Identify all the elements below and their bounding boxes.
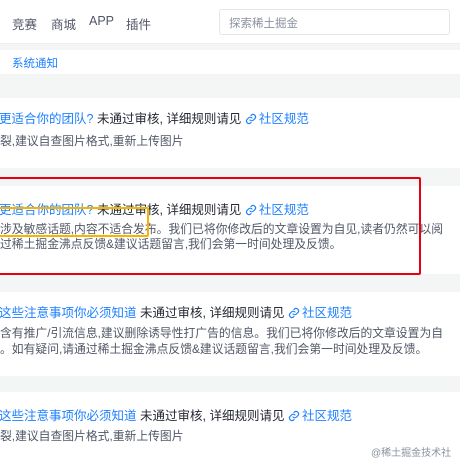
link-icon xyxy=(288,410,300,422)
search-input[interactable]: 探索稀土掘金 xyxy=(219,9,450,35)
notification-title-line: 更适合你的团队? 未通过审核, 详细规则请见 社区规范 xyxy=(0,108,309,127)
nav-item-competition[interactable]: 竞赛 xyxy=(12,14,37,33)
article-title-link[interactable]: 这些注意事项你必须知道 xyxy=(0,306,137,320)
yellow-highlight-box xyxy=(0,207,149,237)
notification-description: 裂,建议自查图片格式,重新上传图片 xyxy=(0,429,184,443)
rule-text: 详细规则请见 xyxy=(166,112,242,126)
link-icon xyxy=(245,113,256,125)
review-status: 未通过审核, xyxy=(140,409,206,423)
notification-card: 这些注意事项你必须知道 未通过审核, 详细规则请见 社区规范 含有推广/引流信息… xyxy=(0,292,460,376)
review-status: 未通过审核, xyxy=(96,112,163,126)
rule-text: 详细规则请见 xyxy=(209,306,285,320)
link-icon xyxy=(288,307,300,319)
review-status: 未通过审核, xyxy=(140,306,206,320)
article-title-link[interactable]: 这些注意事项你必须知道 xyxy=(0,409,137,423)
nav-item-plugin[interactable]: 插件 xyxy=(126,14,151,33)
community-rules-label: 社区规范 xyxy=(301,409,352,423)
community-rules-label: 社区规范 xyxy=(301,306,352,320)
watermark: @稀土掘金技术社区 xyxy=(371,448,452,459)
notification-description-line-2: 。如有疑问,请通过稀土掘金沸点反馈&建议话题留言,我们会第一时间处理及反馈。 xyxy=(0,342,428,356)
notification-title-line: 这些注意事项你必须知道 未通过审核, 详细规则请见 社区规范 xyxy=(0,302,352,321)
notification-card: 更适合你的团队? 未通过审核, 详细规则请见 社区规范 裂,建议自查图片格式,重… xyxy=(0,98,460,168)
notification-description-line-1: 含有推广/引流信息,建议删除诱导性打广告的信息。我们已将你修改后的文章设置为自 xyxy=(0,326,444,340)
rule-text: 详细规则请见 xyxy=(209,409,285,423)
article-title-link[interactable]: 更适合你的团队? xyxy=(0,112,93,126)
nav-item-app[interactable]: APP xyxy=(89,14,114,28)
community-rules-link[interactable]: 社区规范 xyxy=(245,112,309,126)
tab-system-notification[interactable]: 系统通知 xyxy=(12,55,58,71)
search-placeholder: 探索稀土掘金 xyxy=(229,18,298,30)
community-rules-link[interactable]: 社区规范 xyxy=(288,409,352,423)
community-rules-link[interactable]: 社区规范 xyxy=(288,306,352,320)
top-nav-bar: 竞赛 商城 APP 插件 探索稀土掘金 xyxy=(0,0,460,44)
community-rules-label: 社区规范 xyxy=(258,112,309,126)
nav-item-mall[interactable]: 商城 xyxy=(51,14,76,33)
notification-tab-bar: 系统通知 xyxy=(0,50,460,74)
notification-title-line: 这些注意事项你必须知道 未通过审核, 详细规则请见 社区规范 xyxy=(0,405,352,424)
notification-description: 裂,建议自查图片格式,重新上传图片 xyxy=(0,134,184,148)
